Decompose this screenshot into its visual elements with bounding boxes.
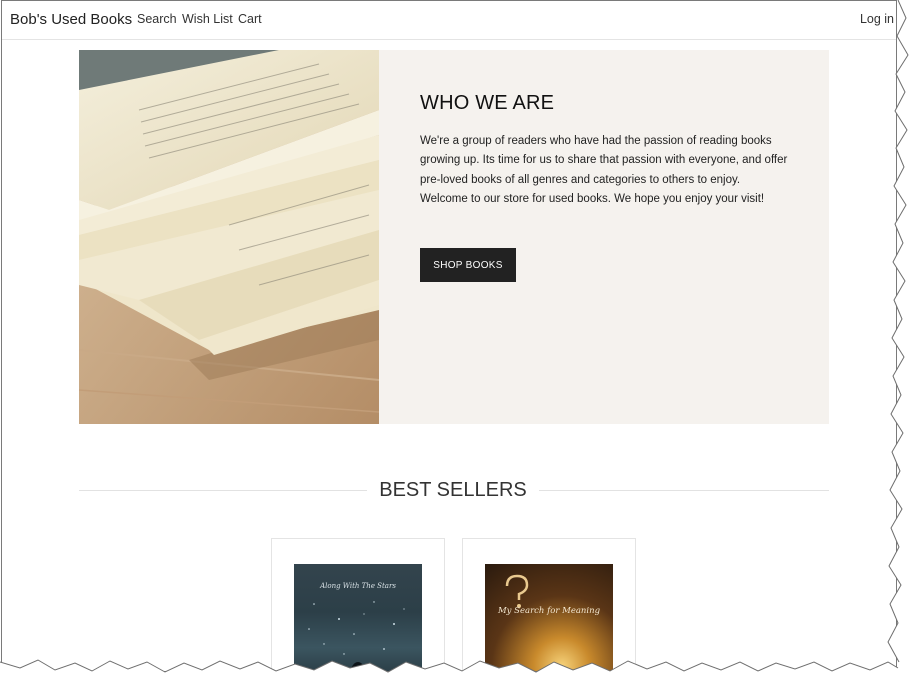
- best-sellers-heading: BEST SELLERS: [379, 479, 527, 501]
- page-frame: Bob's Used Books Search Wish List Cart L…: [1, 0, 897, 672]
- open-book-illustration: [79, 50, 379, 424]
- book-card[interactable]: My Search for Meaning: [462, 538, 636, 671]
- nav-wish-list-link[interactable]: Wish List: [182, 12, 233, 26]
- navbar: Bob's Used Books Search Wish List Cart L…: [2, 1, 896, 40]
- login-link[interactable]: Log in: [860, 12, 894, 26]
- book-cover: Along With The Stars: [294, 564, 422, 671]
- starry-sky-illustration: [308, 601, 405, 671]
- brand-link[interactable]: Bob's Used Books: [10, 11, 132, 28]
- section-divider-right: [539, 490, 829, 491]
- cover-title: My Search for Meaning: [497, 606, 601, 616]
- nav-cart-link[interactable]: Cart: [238, 12, 262, 26]
- nav-search-link[interactable]: Search: [137, 12, 177, 26]
- section-divider-left: [79, 490, 367, 491]
- who-we-are-heading: WHO WE ARE: [420, 92, 555, 114]
- hero-panel: WHO WE ARE We're a group of readers who …: [379, 50, 829, 424]
- book-card[interactable]: Along With The Stars: [271, 538, 445, 671]
- shop-books-button[interactable]: SHOP BOOKS: [420, 248, 516, 282]
- question-mark-icon: [505, 574, 558, 671]
- hero-book-image: [79, 50, 379, 424]
- cover-title: Along With The Stars: [320, 582, 396, 590]
- book-cover: My Search for Meaning: [485, 564, 613, 671]
- who-we-are-text: We're a group of readers who have had th…: [420, 135, 788, 205]
